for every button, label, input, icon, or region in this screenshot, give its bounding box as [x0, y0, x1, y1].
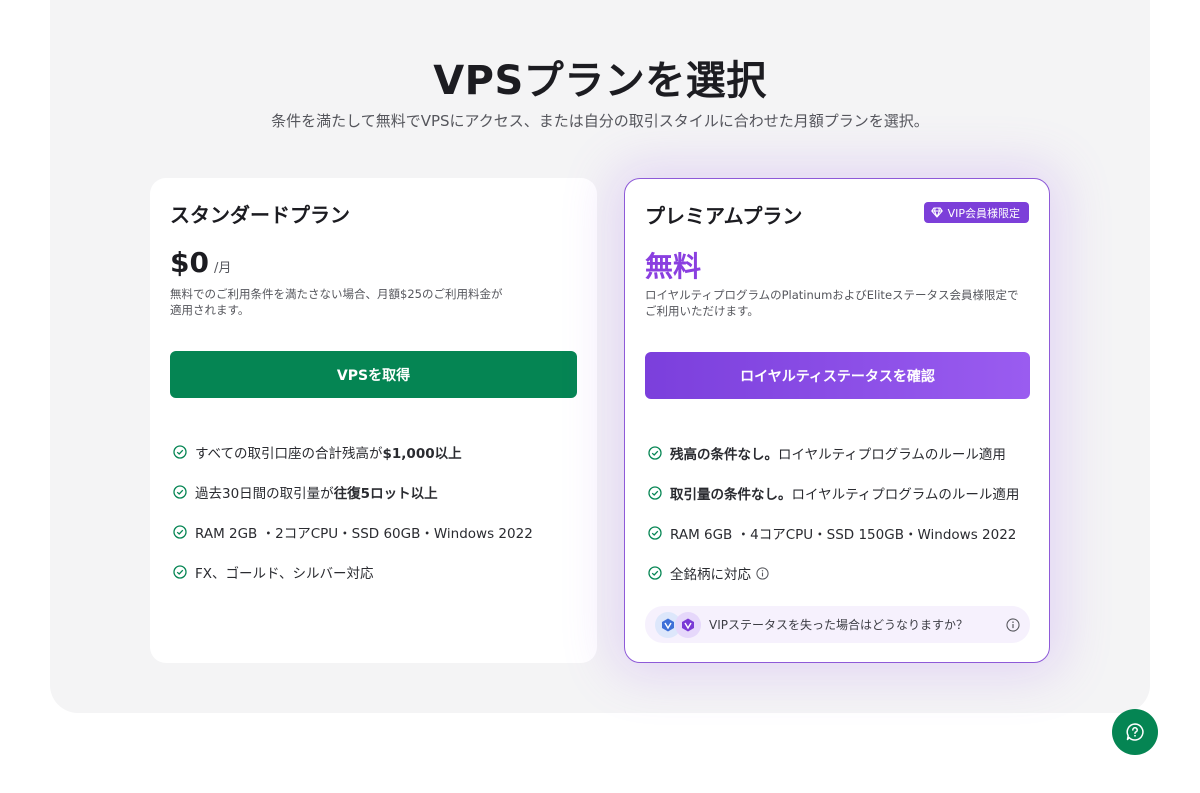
feature-item: RAM 6GB ・4コアCPU・SSD 150GB・Windows 2022 [648, 513, 1019, 553]
feature-text: RAM 6GB ・4コアCPU・SSD 150GB・Windows 2022 [670, 527, 1017, 543]
check-circle-icon [648, 446, 662, 460]
elite-tier-icon [675, 611, 701, 638]
standard-feature-list: すべての取引口座の合計残高が $1,000以上 過去30日間の取引量が 往復5ロット… [173, 432, 533, 592]
feature-item: 全銘柄に対応 [648, 553, 1019, 593]
feature-text: すべての取引口座の合計残高が [195, 446, 383, 462]
standard-desc-line: 適用されます。 [170, 303, 250, 317]
info-icon[interactable] [756, 566, 769, 580]
get-vps-button[interactable]: VPSを取得 [170, 351, 577, 398]
info-icon[interactable] [1006, 617, 1020, 632]
feature-emphasis: 往復5ロット以上 [333, 486, 438, 502]
premium-plan-title: プレミアムプラン [645, 204, 803, 228]
premium-desc-line: ご利用いただけます。 [645, 304, 759, 318]
page-title: VPSプランを選択 [433, 58, 767, 104]
feature-item: 取引量の条件なし。 ロイヤルティプログラムのルール適用 [648, 473, 1019, 513]
feature-item: RAM 2GB ・2コアCPU・SSD 60GB・Windows 2022 [173, 512, 533, 552]
tier-icons [655, 611, 701, 638]
standard-price-amount: $0 [170, 246, 209, 279]
premium-feature-list: 残高の条件なし。 ロイヤルティプログラムのルール適用 取引量の条件なし。 ロイヤ… [648, 433, 1019, 593]
standard-desc-line: 無料でのご利用条件を満たさない場合、月額$25のご利用料金が [170, 287, 503, 301]
feature-item: FX、ゴールド、シルバー対応 [173, 552, 533, 592]
premium-plan-description: ロイヤルティプログラムのPlatinumおよびEliteステータス会員様限定で … [645, 287, 1035, 319]
standard-price-unit: /月 [213, 261, 232, 276]
vip-status-loss-question[interactable]: VIPステータスを失った場合はどうなりますか？ [645, 606, 1030, 643]
check-circle-icon [648, 566, 662, 580]
help-chat-button[interactable] [1112, 709, 1158, 755]
feature-item: 残高の条件なし。 ロイヤルティプログラムのルール適用 [648, 433, 1019, 473]
premium-plan-card: プレミアムプラン VIP会員様限定 無料 ロイヤルティプログラムのPlatinu… [624, 178, 1050, 663]
vip-question-text: VIPステータスを失った場合はどうなりますか？ [709, 618, 968, 632]
feature-emphasis: 取引量の条件なし。 [670, 487, 792, 503]
check-circle-icon [173, 525, 187, 539]
check-loyalty-status-button[interactable]: ロイヤルティステータスを確認 [645, 352, 1030, 399]
feature-text: ロイヤルティプログラムのルール適用 [778, 447, 1006, 463]
feature-text: 過去30日間の取引量が [195, 486, 334, 502]
vip-badge-label: VIP会員様限定 [947, 206, 1020, 220]
diamond-icon [930, 207, 943, 218]
check-circle-icon [648, 486, 662, 500]
feature-text: ロイヤルティプログラムのルール適用 [791, 487, 1020, 503]
feature-text: RAM 2GB ・2コアCPU・SSD 60GB・Windows 2022 [195, 526, 533, 542]
check-circle-icon [173, 565, 187, 579]
standard-price: $0 /月 [170, 246, 231, 279]
check-circle-icon [648, 526, 662, 540]
check-circle-icon [173, 445, 187, 459]
help-chat-icon [1126, 723, 1144, 741]
premium-price: 無料 [645, 250, 702, 283]
check-circle-icon [173, 485, 187, 499]
feature-emphasis: 残高の条件なし。 [670, 447, 778, 463]
feature-item: すべての取引口座の合計残高が $1,000以上 [173, 432, 533, 472]
vip-only-badge: VIP会員様限定 [923, 202, 1029, 223]
standard-plan-description: 無料でのご利用条件を満たさない場合、月額$25のご利用料金が 適用されます。 [170, 286, 530, 318]
standard-plan-title: スタンダードプラン [170, 203, 350, 227]
feature-text: 全銘柄に対応 [670, 567, 751, 583]
feature-text: FX、ゴールド、シルバー対応 [195, 566, 374, 582]
feature-emphasis: $1,000以上 [382, 446, 462, 462]
standard-plan-card: スタンダードプラン $0 /月 無料でのご利用条件を満たさない場合、月額$25の… [150, 178, 597, 663]
page-subtitle: 条件を満たして無料でVPSにアクセス、または自分の取引スタイルに合わせた月額プラ… [271, 112, 929, 130]
premium-desc-line: ロイヤルティプログラムのPlatinumおよびEliteステータス会員様限定で [645, 288, 1019, 302]
feature-item: 過去30日間の取引量が 往復5ロット以上 [173, 472, 533, 512]
